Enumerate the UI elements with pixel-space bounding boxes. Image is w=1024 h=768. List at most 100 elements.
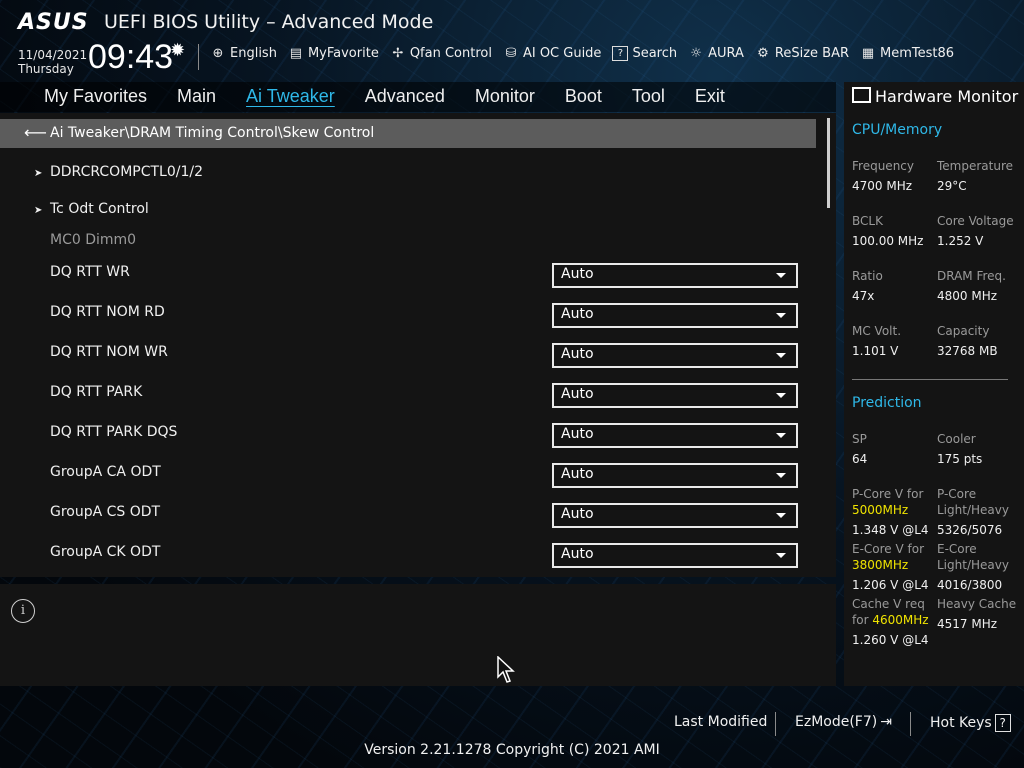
hm-freq-highlight: 5000MHz: [852, 503, 909, 517]
chevron-right-icon: ➤: [34, 168, 43, 179]
gear-icon[interactable]: ✹: [170, 40, 185, 61]
setting-label: DQ RTT PARK DQS: [50, 424, 178, 440]
select-value: Auto: [561, 306, 594, 322]
setting-label: DQ RTT WR: [50, 264, 130, 280]
mouse-cursor-icon: [497, 656, 515, 683]
select-value: Auto: [561, 266, 594, 282]
hm-title-text: Hardware Monitor: [875, 87, 1019, 106]
setting-label: GroupA CS ODT: [50, 504, 161, 520]
toolbar-aura-button[interactable]: ☼ AURA: [688, 46, 744, 61]
toolbar: ⊕ English ▤ MyFavorite ✢ Qfan Control ⛁ …: [210, 46, 965, 61]
toolbar-label: English: [230, 46, 277, 61]
hm-label: Temperature: [937, 159, 1014, 173]
hm-value: 1.348 V @L4: [852, 523, 929, 537]
hm-label: Cooler: [937, 432, 976, 446]
clock-time: 09:43: [88, 38, 174, 76]
setting-select-dq-rtt-nom-rd[interactable]: Auto: [552, 303, 798, 328]
submenu-label: Tc Odt Control: [50, 201, 149, 217]
hardware-monitor-title: Hardware Monitor: [852, 86, 1018, 106]
submenu-ddrcrcompctl[interactable]: ➤ DDRCRCOMPCTL0/1/2: [34, 164, 203, 180]
tab-tool[interactable]: Tool: [632, 86, 665, 107]
tab-main[interactable]: Main: [177, 86, 216, 107]
hardware-monitor-panel: Hardware Monitor CPU/Memory Frequency 47…: [844, 82, 1024, 686]
toolbar-label: ReSize BAR: [774, 46, 850, 61]
hm-value: 5326/5076: [937, 523, 1003, 537]
hm-value: 4016/3800: [937, 578, 1003, 592]
setting-label: DQ RTT NOM RD: [50, 304, 165, 320]
hm-label: E-Core Light/Heavy: [937, 542, 1009, 572]
dropdown-arrow-icon: [776, 513, 786, 518]
hm-value: 1.101 V: [852, 344, 899, 358]
aura-icon: ☼: [690, 45, 702, 61]
tab-boot[interactable]: Boot: [565, 86, 602, 107]
ezmode-button[interactable]: EzMode(F7) ⇥: [795, 714, 892, 730]
select-value: Auto: [561, 426, 594, 442]
exit-arrow-icon: ⇥: [880, 714, 892, 730]
globe-icon: ⊕: [212, 45, 224, 61]
setting-select-dq-rtt-park-dqs[interactable]: Auto: [552, 423, 798, 448]
tab-monitor[interactable]: Monitor: [475, 86, 535, 107]
resize-bar-icon: ⚙: [757, 45, 769, 61]
toolbar-memtest-button[interactable]: ▦ MemTest86: [860, 46, 954, 61]
toolbar-myfavorite-button[interactable]: ▤ MyFavorite: [288, 46, 379, 61]
toolbar-label: Qfan Control: [409, 46, 492, 61]
hm-value: 1.260 V @L4: [852, 633, 929, 647]
chevron-right-icon: ➤: [34, 205, 43, 216]
hm-value: 4517 MHz: [937, 617, 998, 631]
tab-exit[interactable]: Exit: [695, 86, 725, 107]
tab-advanced[interactable]: Advanced: [365, 86, 445, 107]
dropdown-arrow-icon: [776, 273, 786, 278]
hm-value: 47x: [852, 289, 875, 303]
search-icon: ?: [612, 46, 629, 61]
select-value: Auto: [561, 346, 594, 362]
toolbar-label: AI OC Guide: [522, 46, 602, 61]
footer-divider: [775, 712, 776, 736]
hm-value: 100.00 MHz: [852, 234, 924, 248]
toolbar-search-button[interactable]: ? Search: [612, 46, 677, 61]
section-cpu-memory: CPU/Memory: [852, 122, 943, 138]
help-panel: i: [0, 584, 836, 686]
setting-select-groupa-ca-odt[interactable]: Auto: [552, 463, 798, 488]
ezmode-label: EzMode(F7): [795, 714, 878, 730]
toolbar-qfan-button[interactable]: ✢ Qfan Control: [390, 46, 492, 61]
select-value: Auto: [561, 546, 594, 562]
setting-label: GroupA CA ODT: [50, 464, 161, 480]
select-value: Auto: [561, 466, 594, 482]
hm-value: 29°C: [937, 179, 967, 193]
hm-label: BCLK: [852, 214, 883, 228]
tab-ai-tweaker[interactable]: Ai Tweaker: [246, 86, 335, 107]
hm-value: 4700 MHz: [852, 179, 913, 193]
last-modified-button[interactable]: Last Modified: [674, 714, 767, 730]
setting-select-dq-rtt-nom-wr[interactable]: Auto: [552, 343, 798, 368]
group-label-mc0-dimm0: MC0 Dimm0: [50, 232, 137, 248]
setting-select-groupa-ck-odt[interactable]: Auto: [552, 543, 798, 568]
toolbar-resize-bar-button[interactable]: ⚙ ReSize BAR: [755, 46, 849, 61]
hm-label: Cache V req for 4600MHz: [852, 596, 936, 628]
hm-value: 32768 MB: [937, 344, 998, 358]
dropdown-arrow-icon: [776, 393, 786, 398]
hm-freq-highlight: 3800MHz: [852, 558, 909, 572]
dropdown-arrow-icon: [776, 313, 786, 318]
toolbar-ai-oc-guide-button[interactable]: ⛁ AI OC Guide: [503, 46, 602, 61]
toolbar-label: AURA: [708, 46, 744, 61]
hm-value: 1.206 V @L4: [852, 578, 929, 592]
fan-icon: ✢: [392, 45, 404, 61]
hm-label: Core Voltage: [937, 214, 1014, 228]
dropdown-arrow-icon: [776, 473, 786, 478]
hot-keys-label: Hot Keys: [930, 715, 992, 731]
hm-label: E-Core V for 3800MHz: [852, 541, 932, 573]
back-arrow-icon[interactable]: ⟵: [24, 123, 47, 142]
scrollbar-thumb[interactable]: [827, 118, 830, 208]
tab-my-favorites[interactable]: My Favorites: [44, 86, 147, 107]
toolbar-english-button[interactable]: ⊕ English: [210, 46, 277, 61]
submenu-tc-odt-control[interactable]: ➤ Tc Odt Control: [34, 201, 149, 217]
hm-label: DRAM Freq.: [937, 269, 1006, 283]
hot-keys-button[interactable]: Hot Keys?: [930, 714, 1011, 732]
hm-label: Capacity: [937, 324, 990, 338]
settings-panel: ⟵ Ai Tweaker\DRAM Timing Control\Skew Co…: [0, 113, 836, 577]
setting-select-dq-rtt-wr[interactable]: Auto: [552, 263, 798, 288]
hm-label: MC Volt.: [852, 324, 902, 338]
setting-select-groupa-cs-odt[interactable]: Auto: [552, 503, 798, 528]
breadcrumb-bar: ⟵ Ai Tweaker\DRAM Timing Control\Skew Co…: [0, 119, 816, 148]
setting-select-dq-rtt-park[interactable]: Auto: [552, 383, 798, 408]
